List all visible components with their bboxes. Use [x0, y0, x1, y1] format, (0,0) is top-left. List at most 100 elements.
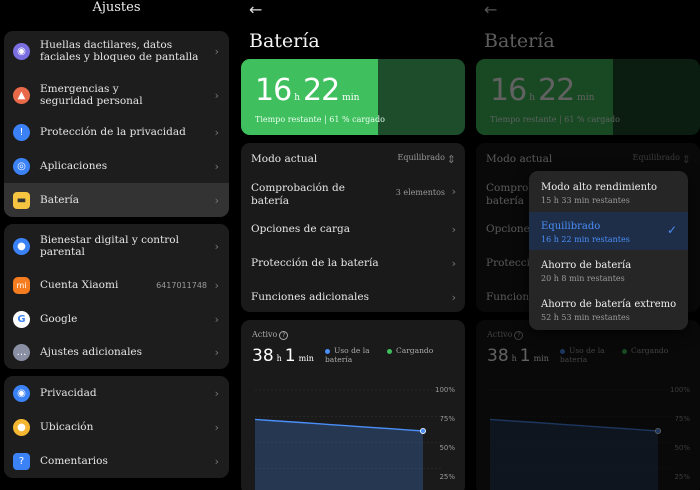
current-mode-item[interactable]: Modo actual Equilibrado ⇕ [241, 153, 465, 173]
legend-label: Cargando [631, 346, 669, 355]
back-arrow-icon[interactable]: ← [249, 0, 262, 19]
item-label: Modo actual [486, 153, 553, 165]
settings-panel: Ajustes ◉ Huellas dactilares, datos faci… [0, 0, 233, 490]
settings-item-privacy-protection[interactable]: ! Protección de la privacidad › [4, 115, 229, 149]
settings-item-emergency[interactable]: ▲ Emergencias y seguridad personal › [4, 78, 229, 112]
mode-option-remaining: 52 h 53 min restantes [541, 313, 630, 322]
chevron-right-icon: › [214, 312, 219, 326]
chevron-right-icon: › [214, 345, 219, 359]
settings-item-label: Bienestar digital y control parental [40, 233, 179, 259]
active-minutes: 1 [519, 346, 531, 366]
usage-chart [254, 389, 441, 490]
active-minutes-unit: min [298, 354, 314, 363]
settings-item-label: Batería [40, 193, 80, 206]
battery-protection-item[interactable]: Protección de la batería › [241, 257, 465, 277]
minutes-value: 22 [302, 73, 340, 108]
battery-usage-card: Activo? 38 h 1 min Uso de la batería Cargan… [241, 320, 465, 490]
apps-icon: ◎ [13, 157, 30, 175]
chevron-right-icon: › [451, 291, 456, 304]
settings-item-xiaomi-account[interactable]: mi Cuenta Xiaomi 6417011748 › [4, 268, 229, 302]
account-id: 6417011748 [156, 280, 207, 290]
legend-dot [387, 348, 392, 354]
minutes-value: 22 [537, 73, 575, 108]
active-hours: 38 [487, 346, 509, 366]
checkmark-icon: ✓ [666, 223, 677, 237]
mode-option-ultra-saver[interactable]: Ahorro de batería extremo 52 h 53 min re… [529, 290, 688, 328]
back-arrow-icon[interactable]: ← [484, 0, 497, 19]
active-duration: 38 h 1 min [252, 346, 317, 366]
active-hours: 38 [252, 346, 274, 366]
usage-header-label: Activo [252, 330, 278, 339]
settings-item-label: Ajustes adicionales [40, 345, 143, 358]
privacy-shield-icon: ! [13, 123, 30, 141]
battery-level-card: 16 h 22 min Tiempo restante | 61 % cargado [476, 59, 700, 135]
chevron-right-icon: › [214, 420, 219, 434]
settings-item-label: Privacidad [40, 386, 97, 399]
item-value: Equilibrado [632, 153, 680, 162]
hours-unit: h [294, 93, 300, 103]
mode-option-battery-saver[interactable]: Ahorro de batería 20 h 8 min restantes [529, 251, 688, 289]
battery-icon: ▬ [13, 191, 30, 209]
usage-header: Activo? [487, 330, 524, 340]
mode-option-balanced[interactable]: Equilibrado 16 h 22 min restantes ✓ [529, 212, 688, 250]
chevron-right-icon: › [214, 88, 219, 102]
more-icon: … [13, 343, 30, 361]
item-value: 3 elementos [395, 188, 445, 197]
settings-item-battery[interactable]: ▬ Batería › [4, 183, 229, 217]
settings-group-3: ◉ Privacidad › ● Ubicación › ? Comentari… [4, 376, 229, 478]
item-label: Modo actual [251, 153, 318, 165]
battery-usage-card: Activo? 38 h 1 min Uso de la batería Cargan… [476, 320, 700, 490]
remaining-caption: Tiempo restante | 61 % cargado [490, 115, 620, 124]
settings-item-label: Google [40, 312, 78, 325]
settings-item-privacy[interactable]: ◉ Privacidad › [4, 376, 229, 410]
settings-item-google[interactable]: G Google › [4, 302, 229, 336]
charging-options-item[interactable]: Opciones de carga › [241, 223, 465, 243]
legend-label: Cargando [396, 346, 434, 355]
remaining-time: 16 h 22 min [490, 73, 597, 108]
chevron-right-icon: › [214, 454, 219, 468]
settings-item-label: Comentarios [40, 454, 108, 467]
battery-check-item[interactable]: Comprobación de batería 3 elementos › [241, 182, 465, 210]
active-minutes-unit: min [533, 354, 549, 363]
settings-item-feedback[interactable]: ? Comentarios › [4, 444, 229, 478]
settings-group-2: ● Bienestar digital y control parental ›… [4, 224, 229, 369]
settings-item-biometrics[interactable]: ◉ Huellas dactilares, datos faciales y b… [4, 31, 229, 71]
help-icon[interactable]: ? [279, 331, 289, 340]
hours-value: 16 [490, 73, 527, 108]
settings-item-wellbeing[interactable]: ● Bienestar digital y control parental › [4, 224, 229, 268]
chevron-right-icon: › [451, 257, 456, 270]
legend-dot [325, 348, 330, 354]
hours-unit: h [529, 93, 535, 103]
help-icon[interactable]: ? [514, 331, 524, 340]
chevron-right-icon: › [214, 159, 219, 173]
mode-option-name: Modo alto rendimiento [541, 182, 658, 193]
remaining-time: 16 h 22 min [255, 73, 362, 108]
current-mode-item[interactable]: Modo actual Equilibrado ⇕ [476, 153, 700, 173]
remaining-caption: Tiempo restante | 61 % cargado [255, 115, 385, 124]
settings-item-label: Aplicaciones [40, 159, 108, 172]
legend-label: Uso de la batería [325, 346, 370, 364]
mode-option-name: Equilibrado [541, 221, 601, 232]
mode-option-remaining: 16 h 22 min restantes [541, 235, 630, 244]
active-duration: 38 h 1 min [487, 346, 552, 366]
mode-option-name: Ahorro de batería extremo [541, 299, 677, 310]
chevron-right-icon: › [214, 193, 219, 207]
mode-option-performance[interactable]: Modo alto rendimiento 15 h 33 min restan… [529, 173, 688, 211]
item-label: Comprobación de batería [251, 182, 345, 207]
settings-item-label: Ubicación [40, 420, 94, 433]
item-label: Protección de la batería [251, 257, 379, 269]
battery-panel-mode-menu: ← Batería 16 h 22 min Tiempo restante | 61 … [470, 0, 700, 490]
settings-item-additional[interactable]: … Ajustes adicionales › [4, 335, 229, 369]
settings-item-location[interactable]: ● Ubicación › [4, 410, 229, 444]
xiaomi-icon: mi [13, 276, 30, 294]
active-hours-unit: h [276, 354, 282, 363]
settings-item-apps[interactable]: ◎ Aplicaciones › [4, 149, 229, 183]
legend-dot [560, 348, 565, 354]
mode-option-remaining: 15 h 33 min restantes [541, 196, 630, 205]
chevron-right-icon: › [451, 223, 456, 236]
feedback-icon: ? [13, 452, 30, 470]
legend-usage: Uso de la batería [325, 346, 385, 364]
additional-features-item[interactable]: Funciones adicionales › [241, 291, 465, 311]
mode-option-name: Ahorro de batería [541, 260, 632, 271]
legend-label: Uso de la batería [560, 346, 605, 364]
